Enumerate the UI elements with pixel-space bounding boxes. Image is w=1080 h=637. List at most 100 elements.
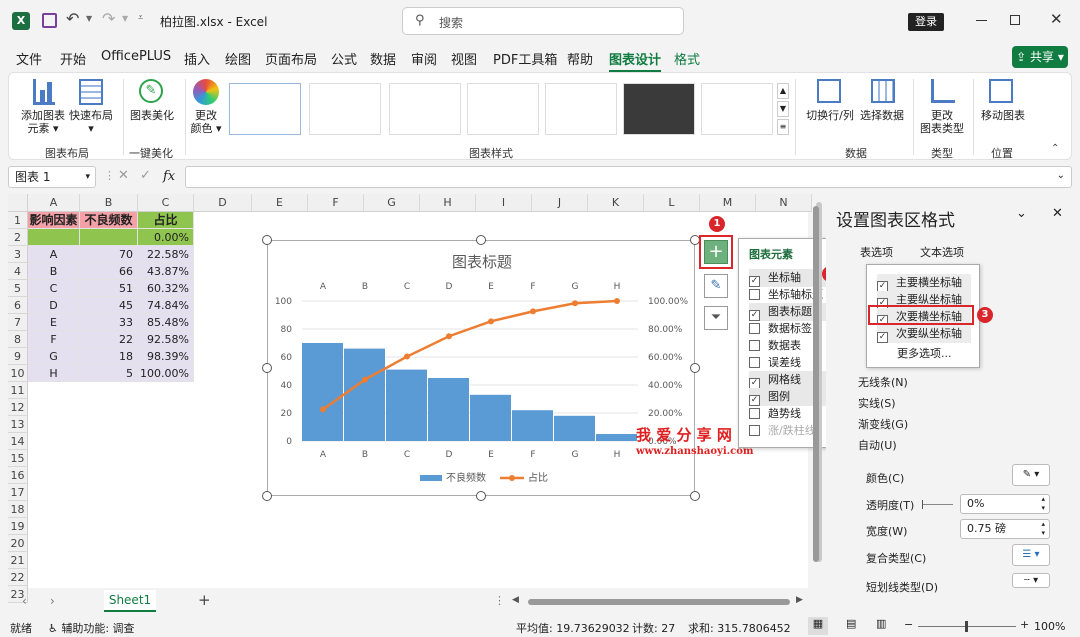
row-header[interactable]: 5 [8,280,28,297]
axis-option[interactable]: ✓ 主要横坐标轴 [877,274,971,292]
column-header[interactable]: B [80,194,138,212]
more-options-link[interactable]: 更多选项... [897,345,952,361]
cell[interactable] [80,229,138,246]
hscroll-right[interactable]: ▶ [796,595,803,605]
column-header[interactable]: H [420,194,476,212]
color-picker-button[interactable]: ✎ ▾ [1012,464,1050,486]
add-chart-element-button[interactable]: 添加图表 元素 ▾ [19,109,67,135]
row-header[interactable]: 10 [8,365,28,382]
transparency-input[interactable]: 0% ▴ ▾ [960,494,1050,514]
cell[interactable]: 66 [80,263,138,280]
chart-style-1[interactable] [229,83,301,135]
zoom-slider[interactable] [918,621,1016,632]
row-header[interactable]: 15 [8,450,28,467]
chart-styles-scroll-up[interactable]: ▲ [777,83,789,99]
chart-filters-button[interactable]: ⏷ [704,306,728,330]
tab-chart-options[interactable]: 表选项 [860,244,893,260]
row-header[interactable]: 17 [8,484,28,501]
cell[interactable]: 18 [80,348,138,365]
tab-view[interactable]: 视图 [451,49,477,68]
chart-resize-handle[interactable] [690,363,700,373]
row-header[interactable]: 1 [8,212,28,229]
row-header[interactable]: 18 [8,501,28,518]
undo-dropdown-icon[interactable]: ▼ [86,14,92,23]
row-header[interactable]: 22 [8,569,28,586]
chart-resize-handle[interactable] [690,491,700,501]
cell[interactable]: 45 [80,297,138,314]
line-none-radio[interactable]: 无线条(N) [858,374,908,390]
row-header[interactable]: 16 [8,467,28,484]
cell[interactable]: C [28,280,80,297]
page-break-view-icon[interactable]: ▥ [876,617,886,630]
column-header[interactable]: M [700,194,756,212]
row-header[interactable]: 6 [8,297,28,314]
column-header[interactable]: D [194,194,252,212]
insert-function-button[interactable]: fx [163,169,175,184]
column-header[interactable]: F [308,194,364,212]
checkbox-icon[interactable] [749,289,760,300]
checkbox-icon[interactable] [749,408,760,419]
cell[interactable]: 43.87% [138,263,194,280]
cancel-formula-icon[interactable]: ✕ [118,168,129,183]
checkbox-icon[interactable] [749,357,760,368]
zoom-in-icon[interactable]: + [1020,618,1029,631]
maximize-icon[interactable] [1010,15,1020,25]
tab-file[interactable]: 文件 [16,49,42,68]
line-gradient-radio[interactable]: 渐变线(G) [858,416,908,432]
cell[interactable]: 5 [80,365,138,382]
chart-style-2[interactable] [309,83,381,135]
cell[interactable]: B [28,263,80,280]
pane-options-icon[interactable]: ⌄ [1016,206,1027,221]
checkbox-icon[interactable]: ✓ [877,332,888,343]
chart-resize-handle[interactable] [262,491,272,501]
compound-type-button[interactable]: ☰ ▾ [1012,544,1050,566]
expand-formula-icon[interactable]: ⌄ [1057,170,1065,181]
chart-style-3[interactable] [389,83,461,135]
switch-row-column-button[interactable]: 切换行/列 [805,109,855,122]
cell[interactable]: 22 [80,331,138,348]
checkbox-icon[interactable] [749,323,760,334]
cell[interactable]: H [28,365,80,382]
worksheet-grid[interactable]: ABCDEFGHIJKLMN 1 2 3 4 5 6 7 8 9 10 11 12 13 14 15 16 17… [8,194,866,603]
chart-style-6[interactable] [623,83,695,135]
redo-icon[interactable]: ↷ [102,9,115,28]
hscroll-left[interactable]: ◀ [512,595,519,605]
tab-review[interactable]: 审阅 [411,49,437,68]
row-header[interactable]: 3 [8,246,28,263]
login-button[interactable]: 登录 [908,13,944,31]
tab-help[interactable]: 帮助 [567,49,593,68]
zoom-level[interactable]: 100% [1034,620,1065,633]
chart-beautify-button[interactable]: 图表美化 [127,109,177,122]
select-all-corner[interactable] [8,194,28,212]
normal-view-icon[interactable]: ▦ [808,617,828,635]
cell[interactable]: 影响因素 [28,212,80,229]
tab-page-layout[interactable]: 页面布局 [265,49,317,68]
cell[interactable]: 92.58% [138,331,194,348]
add-sheet-button[interactable]: + [198,591,211,609]
line-solid-radio[interactable]: 实线(S) [858,395,896,411]
cell[interactable]: 占比 [138,212,194,229]
zoom-out-icon[interactable]: − [904,618,913,631]
chart-style-7[interactable] [701,83,773,135]
cell[interactable]: 85.48% [138,314,194,331]
tab-draw[interactable]: 绘图 [225,49,251,68]
cell[interactable]: 100.00% [138,365,194,382]
share-button[interactable]: ⇪ 共享 ▾ [1012,46,1068,68]
row-header[interactable]: 7 [8,314,28,331]
prev-sheet-icon[interactable]: ‹ [22,594,27,608]
cell[interactable]: D [28,297,80,314]
cell[interactable]: 51 [80,280,138,297]
row-header[interactable]: 2 [8,229,28,246]
cell[interactable]: 70 [80,246,138,263]
transparency-slider[interactable] [922,500,953,509]
quick-layout-button[interactable]: 快速布局 ▾ [67,109,115,135]
column-header[interactable]: L [644,194,700,212]
cell[interactable]: 60.32% [138,280,194,297]
tab-home[interactable]: 开始 [60,49,86,68]
chart-style-5[interactable] [545,83,617,135]
formula-input[interactable]: ⌄ [185,166,1072,188]
cell[interactable]: F [28,331,80,348]
sheet-tab-sheet1[interactable]: Sheet1 [104,590,156,612]
tab-data[interactable]: 数据 [370,49,396,68]
chart-styles-scroll-down[interactable]: ▼ [777,101,789,117]
